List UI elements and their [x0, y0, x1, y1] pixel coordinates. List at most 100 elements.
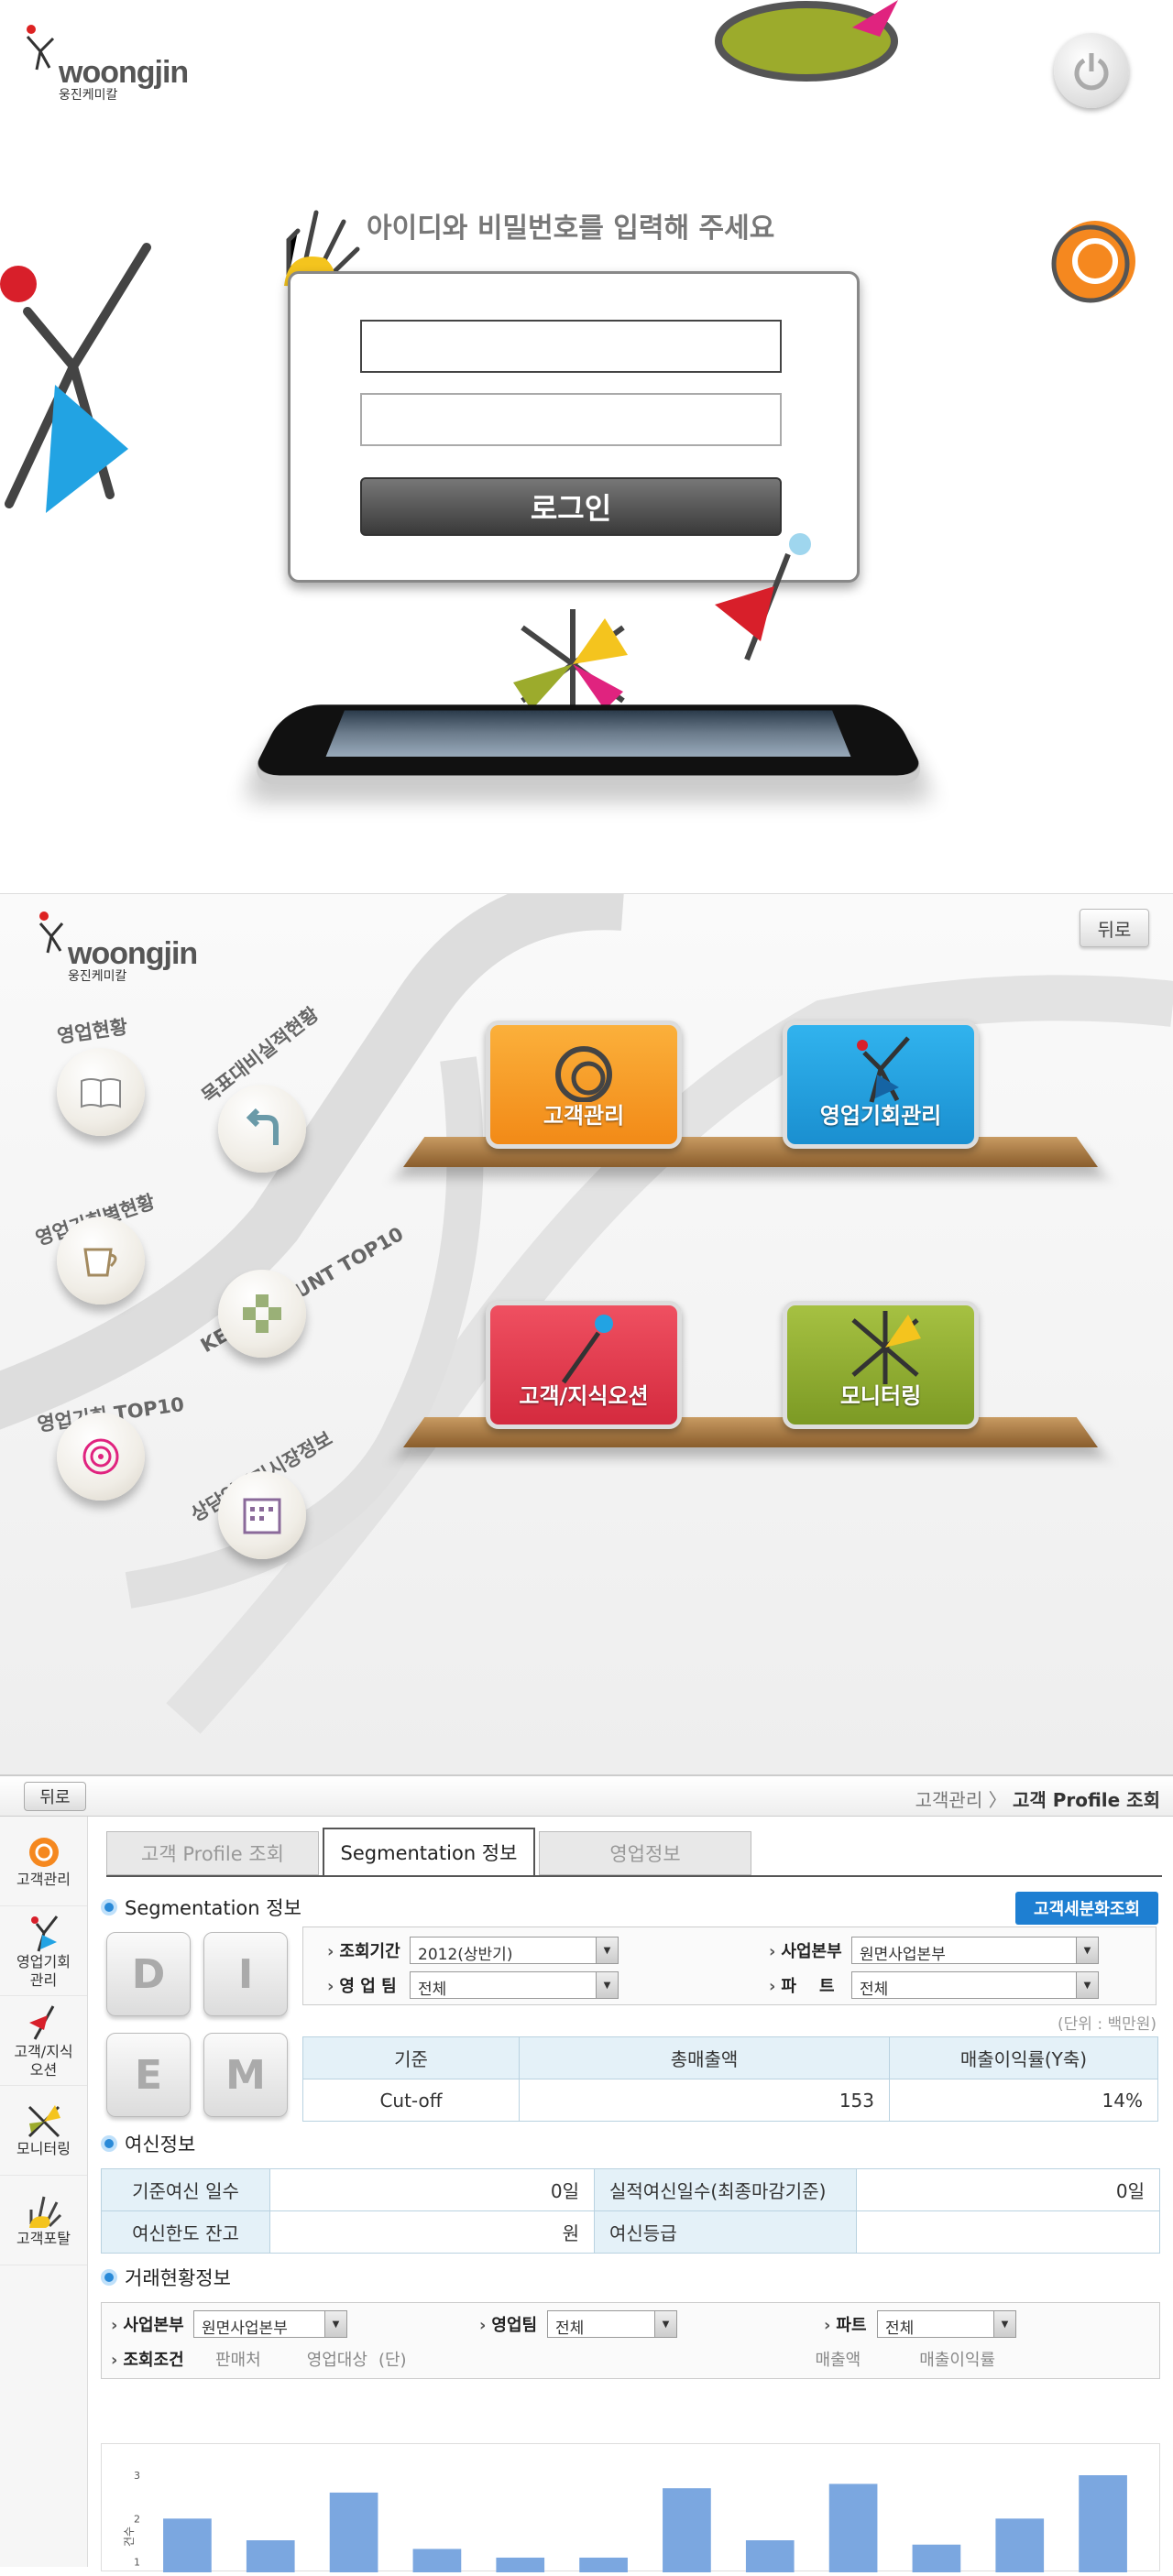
decor-leaf-icon: [715, 0, 898, 82]
trade-hq-select[interactable]: 원면사업본부 ▼: [193, 2310, 347, 2338]
trade-team-filter: 영업팀 전체 ▼: [479, 2310, 677, 2338]
chevron-down-icon: ▼: [324, 2311, 346, 2337]
chart-bar: [663, 2488, 711, 2576]
circle-icon: [28, 1837, 59, 1867]
table-row: Cut-off 153 14%: [302, 2079, 1158, 2122]
trade-bar-chart: 건수 3210: [101, 2443, 1160, 2576]
segmentation-lookup-button[interactable]: 고객세분화조회: [1015, 1892, 1158, 1925]
team-label: 영 업 팀: [327, 1973, 410, 1997]
hq-select[interactable]: 원면사업본부 ▼: [851, 1937, 1099, 1964]
tile-monitoring[interactable]: 모니터링: [783, 1301, 979, 1429]
trade-hq-filter: 사업본부 원면사업본부 ▼: [111, 2310, 347, 2338]
table-cell: 0일: [269, 2168, 595, 2211]
table-header: 여신등급: [594, 2210, 857, 2254]
chevron-down-icon: ▼: [993, 2311, 1015, 2337]
chevron-down-icon: ▼: [596, 1937, 618, 1963]
table-header: 매출이익률(Y축): [889, 2036, 1158, 2079]
sidebar-item-knowledge-ocean[interactable]: 고객/지식 오션: [0, 1996, 87, 2086]
tab-customer-profile[interactable]: 고객 Profile 조회: [106, 1831, 319, 1875]
tab-segmentation[interactable]: Segmentation 정보: [323, 1828, 535, 1875]
bullet-icon: [101, 1899, 117, 1916]
part-filter: 파 트 전체 ▼: [769, 1971, 1099, 1999]
side-item-by-opportunity[interactable]: [57, 1217, 145, 1304]
key-i-button[interactable]: I: [203, 1932, 288, 2016]
sidebar-item-customer[interactable]: 고객관리: [0, 1817, 87, 1906]
segmentation-section-title: Segmentation 정보: [101, 1894, 301, 1921]
chart-bar: [912, 2544, 961, 2576]
trade-part-select[interactable]: 전체 ▼: [877, 2310, 1016, 2338]
segmentation-filter-box: 조회기간2012(상반기)▼ 영 업 팀전체▼ 사업본부원면사업본부▼ 파 트전…: [302, 1927, 1157, 2005]
trade-filter-box: 사업본부 원면사업본부 ▼ 영업팀 전체 ▼ 파트 전체 ▼ 조회조건 판매처 영업대상 (…: [101, 2302, 1160, 2379]
part-select[interactable]: 전체 ▼: [851, 1971, 1099, 1999]
sidebar-item-monitoring[interactable]: 모니터링: [0, 2086, 87, 2176]
id-input[interactable]: [360, 320, 782, 373]
option-customer[interactable]: 판매처: [215, 2347, 261, 2371]
table-header: 총매출액: [519, 2036, 890, 2079]
trade-section-title: 거래현황정보: [101, 2264, 231, 2291]
tile-customer-management[interactable]: 고객관리: [486, 1021, 682, 1149]
tile-customer-knowledge-ocean[interactable]: 고객/지식오션: [486, 1301, 682, 1429]
menu-back-button[interactable]: 뒤로: [1080, 909, 1149, 947]
sidebar-item-label: 고객관리: [16, 1870, 71, 1888]
table-cell: 0일: [856, 2168, 1160, 2211]
sidebar-item-label: 모니터링: [16, 2139, 71, 2157]
key-m-button[interactable]: M: [203, 2033, 288, 2117]
power-button[interactable]: [1054, 33, 1129, 108]
period-select[interactable]: 2012(상반기) ▼: [410, 1937, 619, 1964]
period-value: 2012(상반기): [418, 1946, 513, 1964]
tab-underline: [106, 1875, 1162, 1877]
table-header-row: 기준 총매출액 매출이익률(Y축): [302, 2036, 1158, 2079]
credit-table: 기준여신 일수 0일 실적여신일수(최종마감기준) 0일 여신한도 잔고 원 여…: [101, 2168, 1160, 2254]
breadcrumb-parent[interactable]: 고객관리: [915, 1789, 983, 1811]
side-item-key-account[interactable]: [218, 1270, 306, 1358]
sidebar-item-portal[interactable]: 고객포탈: [0, 2176, 87, 2265]
trade-hq-value: 원면사업본부: [202, 2319, 288, 2338]
main-menu-screen: woongjin 웅진케미칼 뒤로 영업현황 목표대비실적현황 영업기회별현황 …: [0, 893, 1173, 1774]
period-filter: 조회기간 2012(상반기) ▼: [327, 1937, 619, 1964]
breadcrumb-current: 고객 Profile 조회: [1012, 1789, 1160, 1811]
option-margin[interactable]: 매출이익률: [919, 2347, 995, 2371]
chart-bar: [995, 2518, 1045, 2576]
bullet-icon: [101, 2135, 117, 2152]
trade-team-select[interactable]: 전체 ▼: [547, 2310, 677, 2338]
password-input[interactable]: [360, 393, 782, 446]
decor-flag-icon: [715, 533, 811, 661]
team-value: 전체: [418, 1981, 447, 1999]
sidebar-item-opportunity[interactable]: 영업기회 관리: [0, 1906, 87, 1996]
tab-bar: 고객 Profile 조회 Segmentation 정보 영업정보: [106, 1828, 755, 1875]
tile-label: 고객관리: [543, 1103, 625, 1129]
key-e-button[interactable]: E: [106, 2033, 191, 2117]
query-condition-label: 조회조건: [111, 2347, 193, 2371]
sidebar: 고객관리 영업기회 관리 고객/지식 오션 모니터링 고객포탈: [0, 1817, 88, 2567]
team-select[interactable]: 전체 ▼: [410, 1971, 619, 1999]
y-axis-label: 건수: [123, 2527, 136, 2547]
option-sales[interactable]: 매출액: [816, 2347, 861, 2371]
side-item-consult-market[interactable]: [218, 1471, 306, 1559]
login-button[interactable]: 로그인: [360, 477, 782, 536]
chevron-down-icon: ▼: [1076, 1937, 1098, 1963]
table-header: 기준여신 일수: [101, 2168, 270, 2211]
detail-back-button[interactable]: 뒤로: [24, 1782, 86, 1811]
cup-icon: [83, 1248, 117, 1277]
decor-orange-circle-icon: [1051, 221, 1135, 303]
period-label: 조회기간: [327, 1938, 410, 1962]
hq-filter: 사업본부 원면사업본부 ▼: [769, 1937, 1099, 1964]
chart-bar: [1079, 2475, 1127, 2576]
section-title-text: 여신정보: [125, 2134, 196, 2156]
trade-team-value: 전체: [555, 2319, 585, 2338]
table-cell: 원: [269, 2210, 595, 2254]
tab-sales-info[interactable]: 영업정보: [539, 1831, 751, 1875]
side-item-opportunity-top10[interactable]: [57, 1413, 145, 1501]
sidebar-item-label: 고객/지식 오션: [14, 2042, 73, 2079]
hand-icon: [28, 2196, 61, 2228]
option-target[interactable]: 영업대상: [307, 2347, 367, 2371]
side-item-sales-status[interactable]: [57, 1048, 145, 1136]
key-d-button[interactable]: D: [106, 1932, 191, 2016]
calendar-icon: [243, 1498, 281, 1534]
tile-opportunity-management[interactable]: 영업기회관리: [783, 1021, 979, 1149]
segmentation-table: 기준 총매출액 매출이익률(Y축) Cut-off 153 14%: [302, 2036, 1158, 2122]
chevron-down-icon: ▼: [654, 2311, 676, 2337]
customer-profile-screen: 뒤로 고객관리 〉 고객 Profile 조회 고객관리 영업기회 관리 고객/…: [0, 1774, 1173, 2576]
side-item-target-vs-actual[interactable]: [218, 1085, 306, 1173]
trade-part-value: 전체: [885, 2319, 915, 2338]
